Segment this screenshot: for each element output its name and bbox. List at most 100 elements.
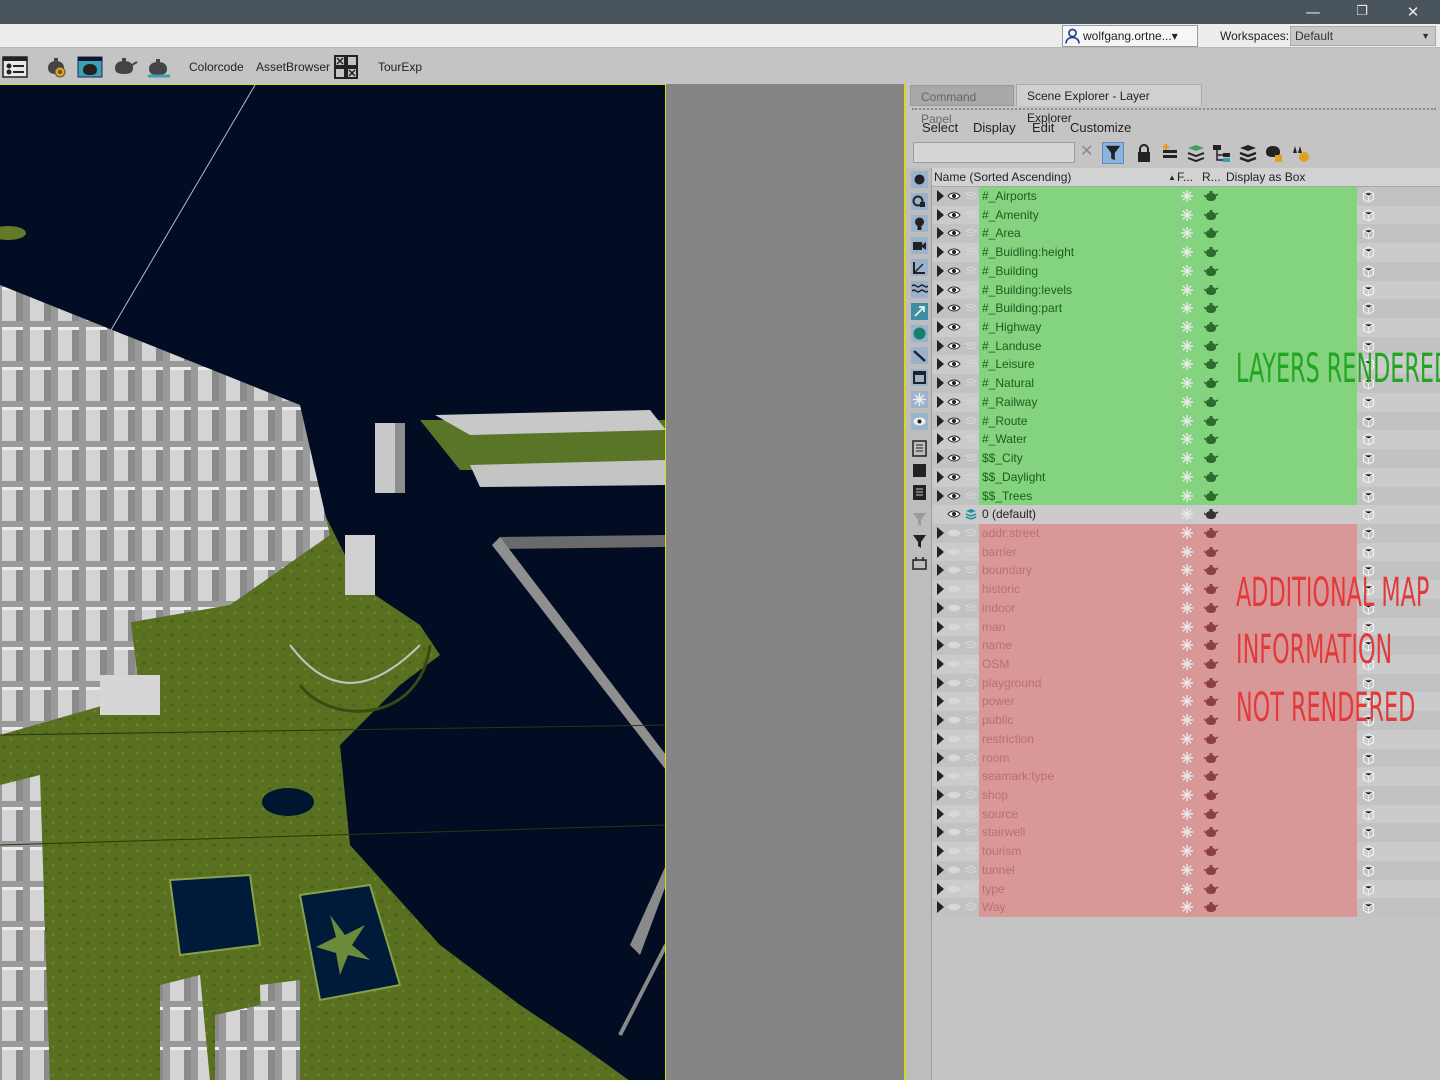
display-as-box-icon[interactable] [1362, 808, 1375, 821]
renderable-teapot-icon[interactable] [1204, 789, 1219, 801]
display-as-box-icon[interactable] [1362, 789, 1375, 802]
freeze-snowflake-icon[interactable] [1181, 564, 1193, 577]
layer-row[interactable]: tunnel [932, 860, 1440, 880]
layer-row[interactable]: $$_Trees [932, 486, 1440, 506]
renderable-teapot-icon[interactable] [1204, 752, 1219, 764]
expand-arrow-icon[interactable] [937, 526, 944, 539]
visibility-eye-icon[interactable] [947, 433, 961, 445]
close-button[interactable]: ✕ [1390, 0, 1436, 24]
menu-customize[interactable]: Customize [1070, 120, 1131, 135]
expand-arrow-icon[interactable] [937, 358, 944, 371]
helpers-filter-icon[interactable] [911, 259, 928, 276]
display-as-box-icon[interactable] [1362, 527, 1375, 540]
expand-arrow-icon[interactable] [937, 283, 944, 296]
menu-display[interactable]: Display [973, 120, 1016, 135]
display-as-box-icon[interactable] [1362, 826, 1375, 840]
freeze-snowflake-icon[interactable] [1181, 601, 1193, 614]
expand-arrow-icon[interactable] [937, 714, 944, 727]
visibility-eye-icon[interactable] [947, 452, 961, 464]
expand-arrow-icon[interactable] [937, 620, 944, 633]
layer-row[interactable]: source [932, 804, 1440, 824]
freeze-snowflake-icon[interactable] [1181, 321, 1193, 334]
render-active-teapot-icon[interactable] [146, 54, 172, 80]
column-name[interactable]: Name (Sorted Ascending) [934, 168, 1071, 187]
layer-row[interactable]: room [932, 748, 1440, 768]
display-as-box-icon[interactable] [1362, 864, 1375, 877]
visibility-eye-icon[interactable] [947, 583, 961, 595]
display-as-box-icon[interactable] [1362, 190, 1375, 203]
renderable-teapot-icon[interactable] [1204, 864, 1219, 876]
expand-arrow-icon[interactable] [937, 882, 944, 895]
freeze-snowflake-icon[interactable] [1181, 583, 1193, 596]
layer-row[interactable]: #_Highway [932, 318, 1440, 337]
clear-search-icon[interactable]: ✕ [1080, 142, 1093, 162]
visibility-eye-icon[interactable] [947, 695, 961, 707]
display-as-box-icon[interactable] [1362, 227, 1375, 241]
filter-icon[interactable] [911, 533, 928, 550]
expand-arrow-icon[interactable] [937, 657, 944, 670]
active-layer-icon[interactable] [965, 508, 977, 521]
renderable-teapot-icon[interactable] [1204, 433, 1219, 445]
freeze-snowflake-icon[interactable] [1181, 620, 1193, 633]
xrefs-filter-icon[interactable] [911, 325, 928, 342]
renderable-teapot-icon[interactable] [1204, 415, 1219, 427]
renderable-teapot-icon[interactable] [1204, 340, 1219, 352]
display-as-box-icon[interactable] [1362, 302, 1375, 315]
renderable-teapot-icon[interactable] [1204, 209, 1219, 221]
colorcode-button[interactable]: Colorcode [189, 60, 244, 74]
layer-row[interactable]: #_Route [932, 411, 1440, 431]
expand-arrow-icon[interactable] [937, 583, 944, 596]
column-display-as-box[interactable]: Display as Box [1226, 168, 1305, 187]
expand-arrow-icon[interactable] [937, 676, 944, 689]
expand-arrow-icon[interactable] [937, 489, 944, 502]
visibility-eye-icon[interactable] [947, 302, 961, 314]
freeze-snowflake-icon[interactable] [1181, 470, 1193, 483]
cameras-filter-icon[interactable] [911, 237, 928, 254]
visibility-eye-icon[interactable] [947, 826, 961, 838]
expand-arrow-icon[interactable] [937, 377, 944, 390]
tab-command-panel[interactable]: Command Panel [910, 85, 1014, 126]
freeze-snowflake-icon[interactable] [1181, 377, 1193, 390]
visibility-eye-icon[interactable] [947, 864, 961, 876]
bones-filter-icon[interactable] [911, 347, 928, 364]
visibility-eye-icon[interactable] [947, 340, 961, 352]
expand-arrow-icon[interactable] [937, 321, 944, 334]
layers-icon[interactable] [1237, 142, 1259, 164]
expand-arrow-icon[interactable] [937, 227, 944, 240]
renderable-teapot-icon[interactable] [1204, 770, 1219, 782]
renderable-teapot-icon[interactable] [1204, 190, 1219, 202]
renderable-teapot-icon[interactable] [1204, 527, 1219, 539]
freeze-snowflake-icon[interactable] [1181, 807, 1193, 820]
layer-row[interactable]: stairwell [932, 823, 1440, 843]
hidden-filter-icon[interactable] [911, 413, 928, 430]
visibility-eye-icon[interactable] [947, 845, 961, 857]
menu-select[interactable]: Select [922, 120, 958, 135]
tab-scene-explorer[interactable]: Scene Explorer - Layer Explorer [1016, 84, 1202, 125]
freeze-snowflake-icon[interactable] [1181, 657, 1193, 670]
renderable-teapot-icon[interactable] [1204, 246, 1219, 258]
render-teapot-icon[interactable] [112, 54, 138, 80]
freeze-snowflake-icon[interactable] [1181, 264, 1193, 277]
expand-arrow-icon[interactable] [937, 452, 944, 465]
workspaces-select[interactable]: Default ▼ [1290, 26, 1436, 46]
invert-selection-icon[interactable] [911, 484, 928, 501]
expand-arrow-icon[interactable] [937, 845, 944, 858]
freeze-snowflake-icon[interactable] [1181, 227, 1193, 240]
visibility-eye-icon[interactable] [947, 358, 961, 370]
filter-off-icon[interactable] [911, 511, 928, 528]
layer-row[interactable]: #_Amenity [932, 205, 1440, 225]
visibility-eye-icon[interactable] [947, 733, 961, 745]
visibility-eye-icon[interactable] [947, 808, 961, 820]
visibility-eye-icon[interactable] [947, 770, 961, 782]
display-as-box-icon[interactable] [1362, 246, 1375, 259]
layer-row[interactable]: #_Water [932, 430, 1440, 450]
expand-arrow-icon[interactable] [937, 863, 944, 876]
freeze-snowflake-icon[interactable] [1181, 751, 1193, 764]
renderable-teapot-icon[interactable] [1204, 508, 1219, 520]
expand-arrow-icon[interactable] [937, 732, 944, 745]
display-as-box-icon[interactable] [1362, 733, 1375, 746]
visibility-eye-icon[interactable] [947, 883, 961, 895]
layer-row[interactable]: Way [932, 898, 1440, 918]
freeze-snowflake-icon[interactable] [1181, 302, 1193, 315]
expand-arrow-icon[interactable] [937, 695, 944, 708]
